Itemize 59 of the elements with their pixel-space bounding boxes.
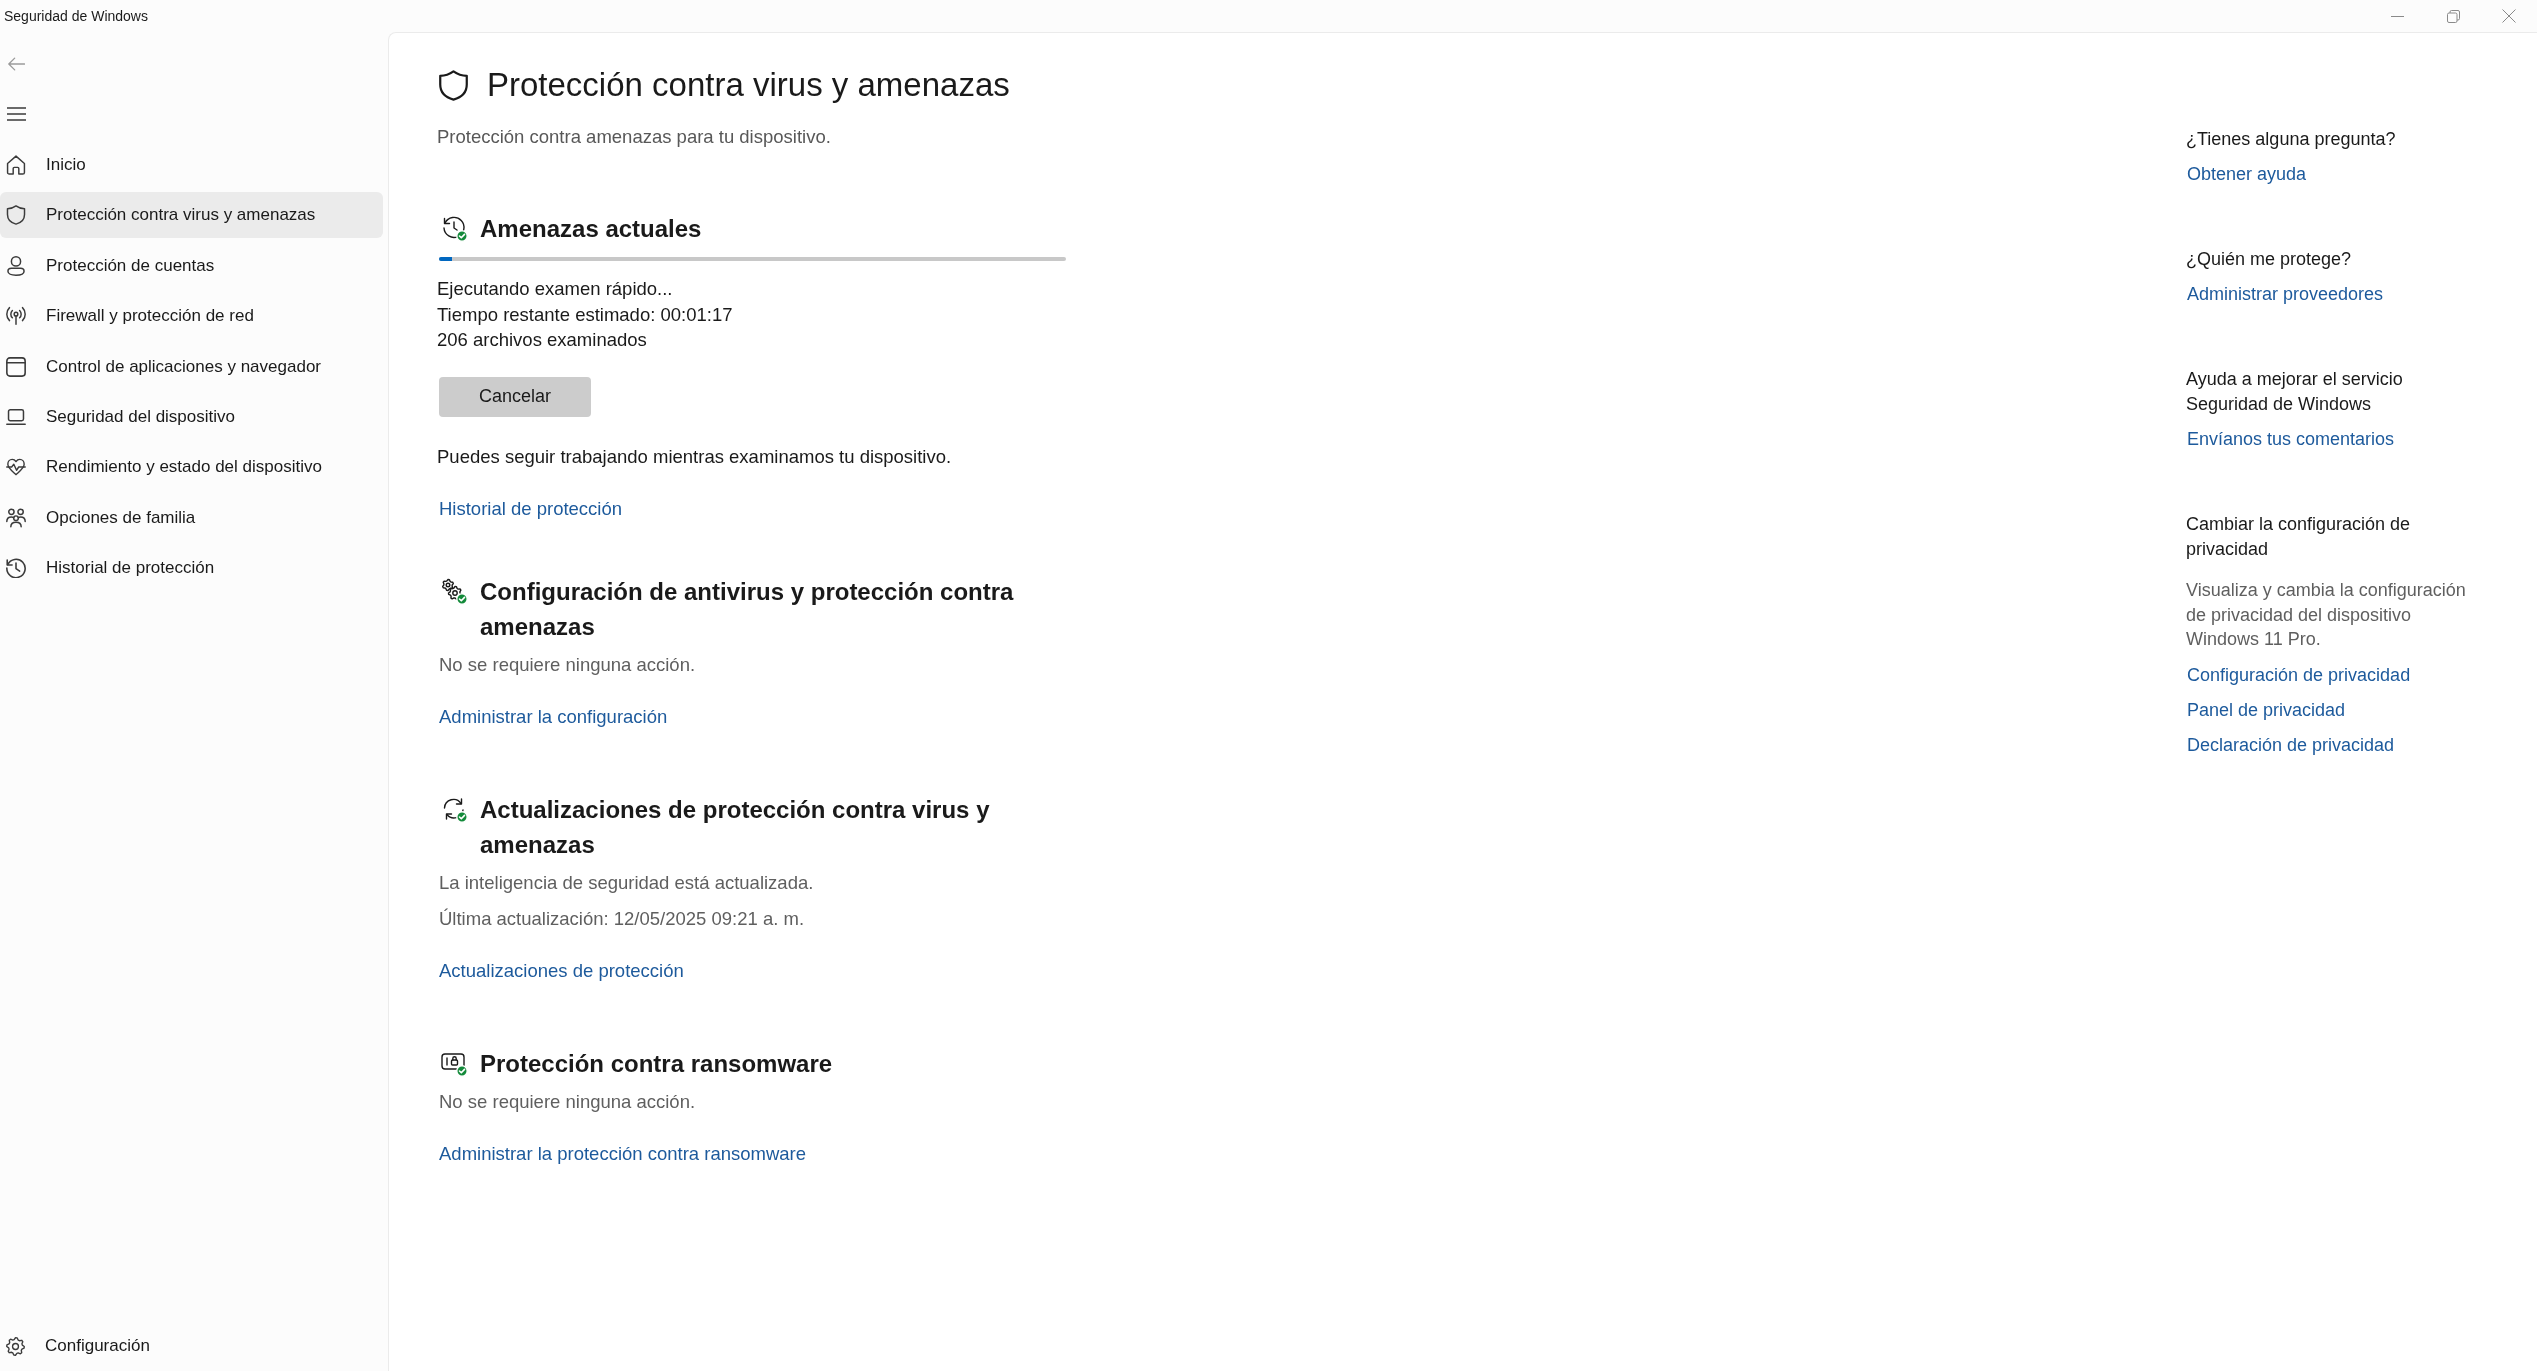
- side-heading: ¿Tienes alguna pregunta?: [2186, 128, 2397, 151]
- link[interactable]: Obtener ayuda: [2187, 164, 2307, 184]
- shield-icon: [439, 69, 468, 101]
- home-icon: [6, 155, 26, 175]
- side-heading: Ayuda a mejorar el servicio Seguridad de Windows: [2186, 368, 2404, 416]
- side-heading: Cambiar la configuración de privacidad: [2186, 513, 2412, 561]
- link[interactable]: Historial de protección: [439, 497, 623, 519]
- side-description: Visualiza y cambia la configuración de privacidad del dispositivo Windows 11 Pro.: [2186, 579, 2467, 651]
- side-heading: ¿Quién me protege?: [2186, 248, 2353, 271]
- scan-status-text: 206 archivos examinados: [437, 328, 648, 352]
- link[interactable]: Declaración de privacidad: [2187, 734, 2395, 755]
- section-heading: Configuración de antivirus y protección contra amenazas: [480, 576, 1015, 642]
- link[interactable]: Panel de privacidad: [2187, 699, 2346, 720]
- link[interactable]: Administrar proveedores: [2187, 284, 2384, 304]
- antenna-icon: [6, 306, 26, 327]
- note-text: Puedes seguir trabajando mientras examinamos tu dispositivo.: [437, 444, 953, 469]
- nav-item[interactable]: Firewall y protección de red: [0, 293, 383, 340]
- settings-nav-item[interactable]: Configuración: [0, 1323, 383, 1369]
- link[interactable]: Administrar la protección contra ransomware: [439, 1142, 807, 1164]
- heart-pulse-icon: [6, 457, 26, 478]
- clock-check-icon: [440, 214, 468, 242]
- history-icon: [6, 558, 26, 579]
- scan-status-text: Tiempo restante estimado: 00:01:17: [437, 302, 734, 327]
- nav-item[interactable]: Historial de protección: [0, 545, 383, 592]
- app-window-icon: [6, 356, 26, 377]
- settings-icon: [6, 1336, 25, 1356]
- section-heading: Protección contra ransomware: [480, 1048, 833, 1079]
- link[interactable]: Envíanos tus comentarios: [2187, 429, 2395, 449]
- nav-item[interactable]: Protección contra virus y amenazas: [0, 192, 383, 239]
- gears-check-icon: [440, 576, 468, 605]
- minimize-icon: [2390, 15, 2404, 17]
- window-title: Seguridad de Windows: [4, 8, 148, 24]
- restore-icon: [2446, 9, 2460, 23]
- nav-item[interactable]: Inicio: [0, 142, 383, 188]
- nav-item[interactable]: Opciones de familia: [0, 494, 383, 541]
- status-text: No se requiere ninguna acción.: [439, 652, 697, 677]
- laptop-icon: [6, 406, 26, 427]
- shield-icon: [6, 205, 26, 226]
- page-title: Protección contra virus y amenazas: [487, 65, 1010, 105]
- section-heading: Amenazas actuales: [480, 214, 702, 244]
- status-text: Última actualización: 12/05/2025 09:21 a. m.: [439, 906, 806, 931]
- nav-item[interactable]: Protección de cuentas: [0, 242, 383, 289]
- back-arrow-icon: [7, 57, 25, 71]
- cancel-button[interactable]: Cancelar: [439, 376, 591, 417]
- link[interactable]: Configuración de privacidad: [2187, 664, 2411, 685]
- nav-item[interactable]: Control de aplicaciones y navegador: [0, 343, 383, 390]
- scan-status-text: Ejecutando examen rápido...: [437, 277, 674, 301]
- status-text: La inteligencia de seguridad está actualizada.: [439, 870, 815, 895]
- people-icon: [6, 507, 26, 528]
- link[interactable]: Actualizaciones de protección: [439, 959, 684, 981]
- nav-item[interactable]: Rendimiento y estado del dispositivo: [0, 444, 383, 491]
- close-icon: [2502, 9, 2516, 23]
- status-text: No se requiere ninguna acción.: [439, 1089, 697, 1114]
- menu-icon: [6, 107, 26, 121]
- link[interactable]: Administrar la configuración: [439, 705, 668, 727]
- page-subtitle: Protección contra amenazas para tu dispositivo.: [437, 125, 832, 149]
- section-heading: Actualizaciones de protección contra virus y amenazas: [480, 794, 991, 860]
- nav-item[interactable]: Seguridad del dispositivo: [0, 393, 383, 440]
- person-icon: [6, 255, 26, 276]
